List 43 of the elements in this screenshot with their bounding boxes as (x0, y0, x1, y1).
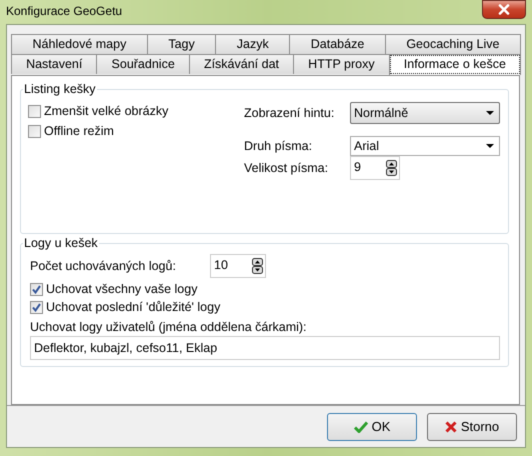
font-size-spinner[interactable]: 9 (350, 156, 400, 180)
tab[interactable]: Informace o kešce (388, 54, 522, 75)
window-title: Konfigurace GeoGetu (6, 4, 122, 18)
log-count-spinner[interactable]: 10 (210, 254, 266, 278)
field-label: Velikost písma: (244, 161, 330, 175)
tab[interactable]: Náhledové mapy (11, 34, 148, 54)
checkbox[interactable] (30, 300, 43, 314)
field-label: Druh písma: (244, 139, 314, 153)
field-label: Počet uchovávaných logů: (30, 259, 177, 273)
ok-button[interactable]: OK (327, 412, 417, 440)
spin-up-icon (252, 258, 263, 266)
tab[interactable]: Geocaching Live (384, 34, 521, 54)
cross-icon (444, 420, 457, 432)
checkbox[interactable] (28, 124, 41, 138)
tab[interactable]: Tagy (146, 34, 216, 54)
dropdown-arrow-icon (486, 144, 494, 148)
font-dropdown[interactable]: Arial (350, 136, 500, 156)
spin-down-icon (252, 266, 263, 274)
users-input-field[interactable]: Deflektor, kubajzl, cefso11, Eklap (30, 336, 500, 360)
tab[interactable]: Nastavení (11, 54, 98, 74)
checkbox-label: Uchovat poslední 'důležité' logy (46, 300, 220, 314)
checkbox[interactable] (30, 282, 43, 296)
checkbox-label: Uchovat všechny vaše logy (46, 282, 198, 296)
dropdown-arrow-icon (486, 111, 494, 115)
spin-up-icon (386, 160, 397, 168)
group-title: Logy u kešek (23, 236, 99, 250)
field-label: Zobrazení hintu: (244, 106, 336, 120)
close-icon (498, 4, 510, 14)
field-label: Uchovat logy uživatelů (jména oddělena čárkami): (30, 320, 308, 334)
tab[interactable]: Souřadnice (96, 54, 190, 74)
close-button[interactable] (482, 0, 526, 18)
tab[interactable]: HTTP proxy (293, 54, 390, 74)
checkbox[interactable] (28, 104, 41, 118)
cancel-button[interactable]: Storno (427, 412, 517, 440)
checkbox-label: Zmenšit velké obrázky (44, 104, 168, 118)
tab[interactable]: Získávání dat (188, 54, 294, 74)
checkmark-icon (354, 420, 368, 432)
group-title: Listing kešky (23, 82, 97, 96)
tab[interactable]: Databáze (289, 34, 386, 54)
tab[interactable]: Jazyk (215, 34, 290, 54)
checkbox-label: Offline režim (44, 124, 114, 138)
spin-down-icon (386, 168, 397, 176)
hint-dropdown[interactable]: Normálně (350, 102, 500, 124)
